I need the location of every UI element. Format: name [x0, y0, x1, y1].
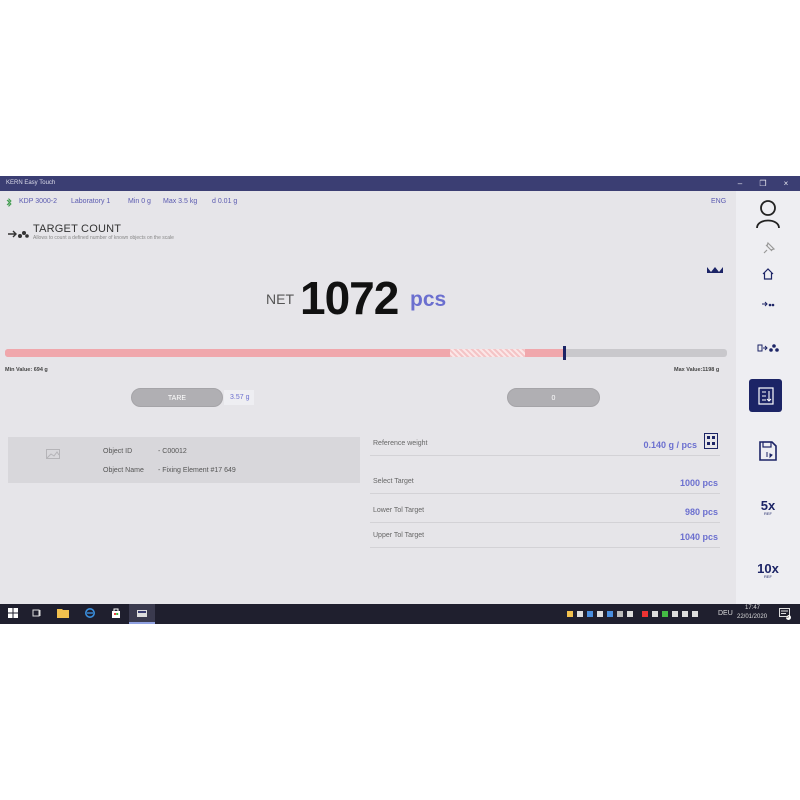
target-progress-bar	[5, 346, 727, 360]
window-title: KERN Easy Touch	[6, 180, 56, 186]
barcode-icon[interactable]	[704, 433, 718, 454]
close-button[interactable]: ×	[775, 176, 797, 191]
count-value: 1072	[300, 272, 399, 324]
active-function-button[interactable]	[749, 379, 782, 412]
target-count-mode-icon	[7, 226, 29, 244]
store-icon[interactable]	[109, 608, 123, 620]
start-icon[interactable]	[6, 608, 20, 620]
bluetooth-icon	[6, 197, 12, 209]
progress-marker	[563, 346, 567, 360]
divider	[370, 493, 720, 494]
object-panel: Object ID - C00012 Object Name - Fixing …	[8, 437, 360, 483]
restore-button[interactable]: ❐	[752, 176, 774, 191]
ref-10-sublabel: REF	[764, 574, 772, 579]
device-model: KDP 3000-2	[19, 198, 58, 205]
select-target-label: Select Target	[373, 478, 414, 485]
minimize-button[interactable]: –	[729, 176, 751, 191]
readability: d 0.01 g	[212, 198, 238, 205]
notification-count: 5	[786, 614, 789, 620]
reference-weight-label: Reference weight	[373, 440, 428, 447]
upper-tol-label: Upper Tol Target	[373, 532, 425, 539]
progress-fill-upper	[524, 349, 564, 357]
object-name-label: Object Name	[103, 467, 144, 474]
task-view-icon[interactable]	[30, 608, 44, 620]
reference-weight-value[interactable]: 0.140 g / pcs	[643, 440, 697, 450]
ref-5-button[interactable]: 5x REF	[736, 498, 800, 516]
location: Laboratory 1	[71, 198, 111, 205]
lower-tol-label: Lower Tol Target	[373, 507, 425, 514]
mode-title: TARGET COUNT	[33, 223, 122, 235]
pin-icon[interactable]	[736, 241, 800, 262]
clock-date[interactable]: 22/01/2020	[737, 614, 767, 620]
zero-button[interactable]: 0	[507, 388, 600, 407]
max-value-label: Max Value:1198 g	[674, 367, 720, 373]
count-mode-icon[interactable]	[736, 295, 800, 313]
clock-time[interactable]: 17:47	[745, 605, 760, 611]
image-placeholder-icon	[38, 449, 68, 471]
weight-reading: NET 1072 pcs	[0, 272, 736, 324]
divider	[370, 547, 720, 548]
system-tray-icons[interactable]	[567, 610, 707, 618]
right-sidebar: 5x REF 10x REF	[736, 191, 800, 624]
divider	[370, 455, 720, 456]
min-value-label: Min Value: 694 g	[5, 367, 48, 373]
ref-10-button[interactable]: 10x REF	[736, 561, 800, 579]
user-icon[interactable]	[736, 199, 800, 234]
ref-5-sublabel: REF	[764, 511, 772, 516]
windows-taskbar: DEU 17:47 22/01/2020 5	[0, 604, 800, 624]
upper-tol-value[interactable]: 1040 pcs	[680, 532, 718, 542]
main-panel: KDP 3000-2 Laboratory 1 Min 0 g Max 3.5 …	[0, 191, 736, 604]
object-id-label: Object ID	[103, 448, 133, 455]
lower-tol-value[interactable]: 980 pcs	[685, 507, 718, 517]
tolerance-zone	[450, 349, 525, 357]
object-name-value: - Fixing Element #17 649	[158, 467, 236, 474]
input-language[interactable]: DEU	[718, 610, 733, 617]
count-unit: pcs	[410, 288, 447, 311]
save-icon[interactable]	[736, 440, 800, 467]
tare-value: 3.57 g	[224, 390, 254, 405]
max-capacity: Max 3.5 kg	[163, 198, 198, 205]
target-count-icon[interactable]	[736, 340, 800, 358]
notification-icon[interactable]	[779, 608, 791, 622]
app-window: KERN Easy Touch – ❐ × KDP 3000-2 Laborat…	[0, 176, 800, 624]
select-target-value[interactable]: 1000 pcs	[680, 478, 718, 488]
tare-button[interactable]: TARE	[131, 388, 223, 407]
mode-description: Allows to count a defined number of know…	[33, 235, 174, 241]
object-id-value: - C00012	[158, 448, 187, 455]
file-explorer-icon[interactable]	[56, 608, 70, 620]
home-icon[interactable]	[736, 267, 800, 285]
edge-icon[interactable]	[83, 608, 97, 620]
device-info-bar: KDP 3000-2 Laboratory 1 Min 0 g Max 3.5 …	[0, 195, 736, 209]
progress-fill	[5, 349, 451, 357]
language-selector[interactable]: ENG	[711, 198, 726, 205]
net-label: NET	[266, 291, 294, 307]
divider	[370, 522, 720, 523]
min-capacity: Min 0 g	[128, 198, 151, 205]
kern-app-taskbar-button[interactable]	[129, 604, 155, 624]
title-bar: KERN Easy Touch – ❐ ×	[0, 176, 800, 191]
